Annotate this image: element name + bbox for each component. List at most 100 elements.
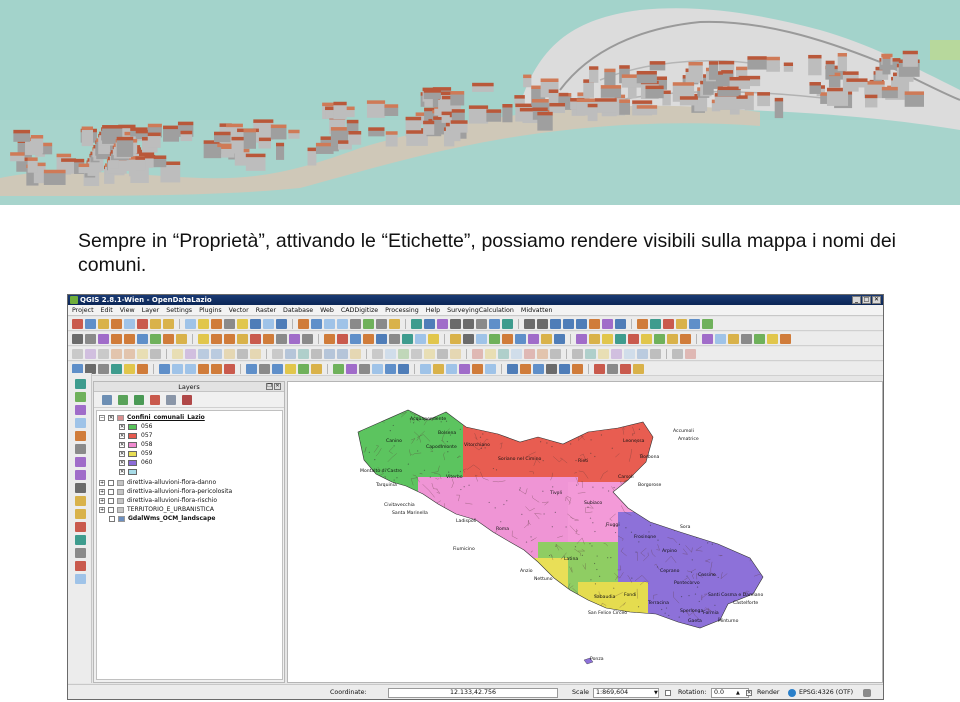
toolbar-tool-icon[interactable]: [263, 333, 274, 344]
toolbar-tool-icon[interactable]: [754, 333, 765, 344]
menu-project[interactable]: Project: [72, 307, 94, 314]
coordinate-field[interactable]: 12.133,42.756: [388, 688, 558, 698]
toolbar-tool-icon[interactable]: [111, 348, 122, 359]
toolbar-tool-icon[interactable]: [372, 363, 383, 374]
expand-icon[interactable]: +: [99, 507, 105, 513]
toolbar-tool-icon[interactable]: [250, 318, 261, 329]
crs-label[interactable]: EPSG:4326 (OTF): [799, 688, 853, 698]
toolbar-tool-icon[interactable]: [589, 333, 600, 344]
toolbar-tool-icon[interactable]: [259, 363, 270, 374]
toolbar-tool-icon[interactable]: [237, 333, 248, 344]
toolbar-tool-icon[interactable]: [350, 318, 361, 329]
menu-processing[interactable]: Processing: [385, 307, 419, 314]
layer-visibility-checkbox[interactable]: ✕: [108, 415, 114, 421]
toolbar-tool-icon[interactable]: [550, 348, 561, 359]
toolbar-tool-icon[interactable]: [198, 318, 209, 329]
toolbar-tool-icon[interactable]: [576, 318, 587, 329]
messages-icon[interactable]: [863, 689, 871, 697]
toolbar-tool-icon[interactable]: [485, 363, 496, 374]
lock-scale-checkbox[interactable]: [665, 690, 671, 696]
menu-web[interactable]: Web: [320, 307, 334, 314]
toolbar-tool-icon[interactable]: [385, 348, 396, 359]
toolbar-tool-icon[interactable]: [437, 348, 448, 359]
toolbar-tool-icon[interactable]: [563, 318, 574, 329]
layer-group-confini[interactable]: − ✕ Confini_comunali_Lazio: [99, 414, 205, 422]
toolbar-tool-icon[interactable]: [533, 363, 544, 374]
toolbar-tool-icon[interactable]: [224, 333, 235, 344]
panel-float-icon[interactable]: ❐: [266, 383, 273, 390]
toolbar-tool-icon[interactable]: [111, 318, 122, 329]
toolbar-tool-icon[interactable]: [680, 333, 691, 344]
toolbar-tool-icon[interactable]: [285, 363, 296, 374]
toolbar-tool-icon[interactable]: [359, 363, 370, 374]
toolbar-tool-icon[interactable]: [411, 318, 422, 329]
toolbar-tool-icon[interactable]: [124, 348, 135, 359]
legend-class-060[interactable]: ✕ 060: [119, 459, 152, 467]
legend-class-058[interactable]: ✕ 058: [119, 441, 152, 449]
toolbar-tool-icon[interactable]: [672, 348, 683, 359]
toolbar-tool-icon[interactable]: [498, 348, 509, 359]
toolbar-tool-icon[interactable]: [389, 318, 400, 329]
toolbar-tool-icon[interactable]: [211, 363, 222, 374]
toolbar-tool-icon[interactable]: [515, 333, 526, 344]
toolbar-tool-icon[interactable]: [333, 363, 344, 374]
toolbar-tool-icon[interactable]: [311, 363, 322, 374]
expand-all-icon[interactable]: [150, 394, 160, 405]
toolbar-tool-icon[interactable]: [594, 363, 605, 374]
rotation-spinner-icon[interactable]: ▲: [736, 688, 740, 698]
toolbar-tool-icon[interactable]: [111, 333, 122, 344]
rotation-field[interactable]: 0.0: [711, 688, 749, 698]
toolbar-tool-icon[interactable]: [85, 318, 96, 329]
toolbar-tool-icon[interactable]: [607, 363, 618, 374]
toolbar-tool-icon[interactable]: [546, 363, 557, 374]
vertical-tool-icon[interactable]: [75, 509, 86, 519]
toolbar-tool-icon[interactable]: [250, 348, 261, 359]
vertical-tool-icon[interactable]: [75, 522, 86, 532]
toolbar-tool-icon[interactable]: [611, 348, 622, 359]
toolbar-tool-icon[interactable]: [285, 348, 296, 359]
toolbar-tool-icon[interactable]: [650, 318, 661, 329]
toolbar-tool-icon[interactable]: [602, 333, 613, 344]
toolbar-tool-icon[interactable]: [633, 363, 644, 374]
maximize-button[interactable]: □: [862, 296, 871, 304]
toolbar-tool-icon[interactable]: [641, 333, 652, 344]
scale-dropdown-icon[interactable]: ▼: [654, 688, 658, 698]
toolbar-tool-icon[interactable]: [502, 333, 513, 344]
vertical-tool-icon[interactable]: [75, 392, 86, 402]
filter-legend-icon[interactable]: [134, 394, 144, 405]
toolbar-tool-icon[interactable]: [585, 348, 596, 359]
vertical-tool-icon[interactable]: [75, 444, 86, 454]
toolbar-tool-icon[interactable]: [185, 348, 196, 359]
toolbar-tool-icon[interactable]: [424, 348, 435, 359]
toolbar-tool-icon[interactable]: [489, 318, 500, 329]
toolbar-tool-icon[interactable]: [489, 333, 500, 344]
toolbar-tool-icon[interactable]: [172, 363, 183, 374]
vertical-tool-icon[interactable]: [75, 574, 86, 584]
vertical-tool-icon[interactable]: [75, 470, 86, 480]
toolbar-tool-icon[interactable]: [428, 333, 439, 344]
menu-view[interactable]: View: [120, 307, 135, 314]
toolbar-tool-icon[interactable]: [485, 348, 496, 359]
panel-close-icon[interactable]: ✕: [274, 383, 281, 390]
toolbar-tool-icon[interactable]: [385, 363, 396, 374]
vertical-tool-icon[interactable]: [75, 379, 86, 389]
toolbar-tool-icon[interactable]: [324, 348, 335, 359]
toolbar-tool-icon[interactable]: [98, 348, 109, 359]
vertical-tool-icon[interactable]: [75, 457, 86, 467]
toolbar-tool-icon[interactable]: [598, 348, 609, 359]
toolbar-tool-icon[interactable]: [185, 318, 196, 329]
open-layer-styling-icon[interactable]: [102, 394, 112, 405]
toolbar-tool-icon[interactable]: [324, 318, 335, 329]
toolbar-tool-icon[interactable]: [246, 363, 257, 374]
toolbar-tool-icon[interactable]: [433, 363, 444, 374]
toolbar-tool-icon[interactable]: [602, 318, 613, 329]
toolbar-tool-icon[interactable]: [289, 333, 300, 344]
menu-plugins[interactable]: Plugins: [199, 307, 222, 314]
toolbar-tool-icon[interactable]: [559, 363, 570, 374]
toolbar-tool-icon[interactable]: [72, 348, 83, 359]
toolbar-tool-icon[interactable]: [211, 333, 222, 344]
toolbar-tool-icon[interactable]: [137, 348, 148, 359]
toolbar-tool-icon[interactable]: [615, 318, 626, 329]
toolbar-tool-icon[interactable]: [589, 318, 600, 329]
toolbar-tool-icon[interactable]: [163, 333, 174, 344]
